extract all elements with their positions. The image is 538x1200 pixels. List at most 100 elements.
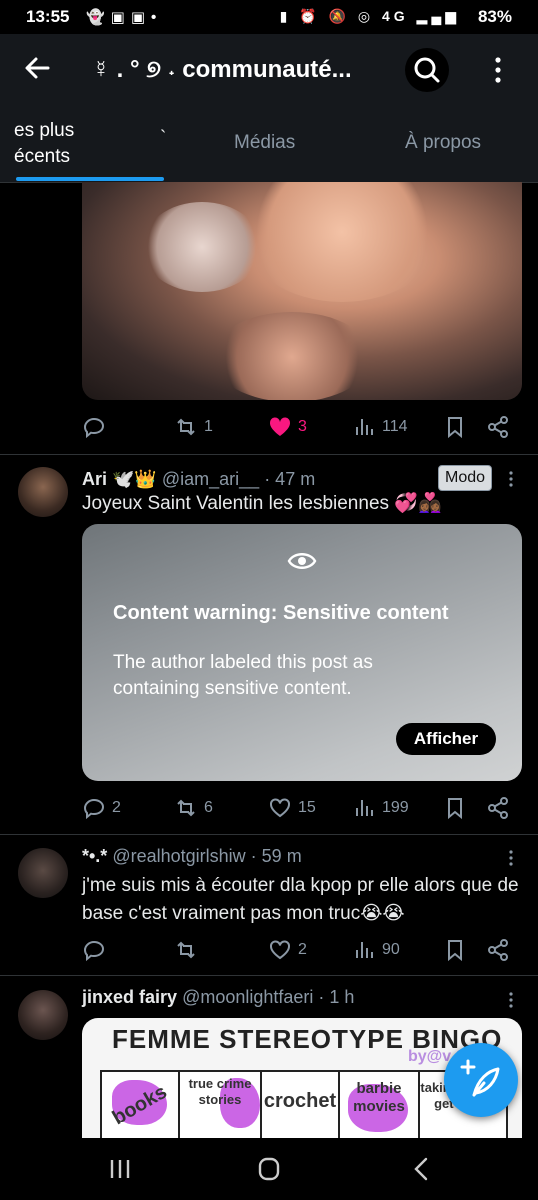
back-arrow-icon xyxy=(25,57,50,79)
bookmark-button[interactable] xyxy=(444,793,466,823)
home-button[interactable] xyxy=(249,1152,289,1186)
search-button[interactable] xyxy=(405,48,449,92)
reply-button[interactable]: 2 xyxy=(82,793,121,823)
reply-icon xyxy=(83,940,105,962)
post-time: · 47 m xyxy=(264,469,316,489)
system-navigation-bar xyxy=(0,1138,538,1200)
tab-scroll-hint: ` xyxy=(160,128,167,149)
flower-shape xyxy=(242,182,442,302)
back-nav-button[interactable] xyxy=(400,1152,440,1186)
share-button[interactable] xyxy=(486,793,510,823)
compose-post-button[interactable] xyxy=(444,1043,518,1117)
heart-icon xyxy=(270,940,290,960)
retweet-icon xyxy=(177,941,195,959)
back-button[interactable] xyxy=(20,50,56,86)
views-button[interactable]: 199 xyxy=(354,793,409,823)
retweet-count: 6 xyxy=(204,799,213,816)
avatar[interactable] xyxy=(18,848,68,898)
bookmark-icon xyxy=(448,417,462,439)
search-icon xyxy=(414,57,440,83)
recent-apps-icon xyxy=(110,1160,130,1178)
bingo-cell: books xyxy=(100,1070,180,1138)
views-button[interactable]: 90 xyxy=(354,935,400,965)
like-button[interactable]: 2 xyxy=(268,935,307,965)
views-icon xyxy=(356,419,373,435)
post-more-button[interactable] xyxy=(503,469,519,489)
post-author-line: *•.* @realhotgirlshiw · 59 m xyxy=(82,846,302,867)
reply-icon xyxy=(83,798,105,820)
post-actions: 2 90 xyxy=(82,935,522,965)
post-text: Joyeux Saint Valentin les lesbiennes 💞👩🏾… xyxy=(82,493,442,514)
retweet-icon xyxy=(177,799,195,817)
views-icon xyxy=(356,800,373,816)
share-button[interactable] xyxy=(486,412,510,442)
author-name[interactable]: *•.* xyxy=(82,846,107,866)
bingo-cell: true crime stories xyxy=(178,1070,262,1138)
post-image[interactable] xyxy=(82,182,522,400)
battery-level: 83% xyxy=(477,7,512,26)
like-count: 15 xyxy=(298,799,316,816)
post-more-button[interactable] xyxy=(503,990,519,1010)
tab-medias[interactable]: Médias xyxy=(234,132,295,154)
post-more-button[interactable] xyxy=(503,848,519,868)
notification-icons: 👻▣▣• xyxy=(86,9,163,26)
status-time: 13:55 xyxy=(26,7,70,26)
retweet-button[interactable]: 6 xyxy=(174,793,213,823)
bingo-cell-label: barbie movies xyxy=(353,1080,405,1115)
retweet-count: 1 xyxy=(204,418,213,435)
avatar[interactable] xyxy=(18,467,68,517)
community-header: ☿ . ° ୭ ˖ communauté... xyxy=(0,34,538,106)
views-icon xyxy=(356,942,373,958)
retweet-button[interactable]: 1 xyxy=(174,412,213,442)
bookmark-button[interactable] xyxy=(444,412,466,442)
reply-button[interactable] xyxy=(82,935,106,965)
author-handle[interactable]: @iam_ari__ xyxy=(162,469,259,489)
vertical-dots-icon xyxy=(509,992,513,1008)
like-count: 2 xyxy=(298,941,307,958)
vertical-dots-icon xyxy=(495,57,501,83)
heart-filled-icon xyxy=(269,417,291,436)
flower-shape xyxy=(142,202,262,292)
author-handle[interactable]: @moonlightfaeri xyxy=(182,987,313,1007)
reply-icon xyxy=(83,417,105,439)
post-divider xyxy=(0,454,538,455)
bingo-cell: crochet xyxy=(260,1070,340,1138)
post-time: · 59 m xyxy=(250,846,302,866)
author-handle[interactable]: @realhotgirlshiw xyxy=(112,846,245,866)
status-bar: 13:55 👻▣▣• ▮ ⏰ 🔕 ◎ 4G ▂▄▆ 83% xyxy=(0,0,538,34)
compose-feather-icon xyxy=(460,1059,500,1097)
share-icon xyxy=(488,797,508,819)
author-name[interactable]: Ari 🕊️👑 xyxy=(82,469,157,489)
more-options-button[interactable] xyxy=(486,54,510,86)
home-icon xyxy=(258,1157,280,1181)
post-author-line: Ari 🕊️👑 @iam_ari__ · 47 m xyxy=(82,469,315,490)
network-label: 4G xyxy=(381,8,409,24)
reply-button[interactable] xyxy=(82,412,106,442)
retweet-icon xyxy=(177,418,195,436)
recent-apps-button[interactable] xyxy=(100,1152,140,1186)
like-button[interactable]: 15 xyxy=(268,793,316,823)
retweet-button[interactable] xyxy=(174,935,198,965)
tab-recents[interactable]: es plus écents xyxy=(14,118,74,170)
sensitive-content-overlay: Content warning: Sensitive content The a… xyxy=(82,524,522,781)
show-content-button[interactable]: Afficher xyxy=(396,723,496,755)
system-icons: ▮ ⏰ 🔕 ◎ 4G ▂▄▆ xyxy=(279,8,460,24)
tab-about[interactable]: À propos xyxy=(405,132,481,154)
content-warning-description: The author labeled this post as containi… xyxy=(113,652,373,699)
share-button[interactable] xyxy=(486,935,510,965)
active-tab-indicator xyxy=(16,177,164,181)
share-icon xyxy=(488,939,508,961)
views-button[interactable]: 114 xyxy=(354,412,408,442)
eye-icon xyxy=(287,553,317,569)
author-name[interactable]: jinxed fairy xyxy=(82,987,177,1007)
post-time: · 1 h xyxy=(318,987,355,1007)
bingo-cell-label: crochet xyxy=(263,1090,337,1112)
bingo-cell: barbie movies xyxy=(338,1070,420,1138)
avatar[interactable] xyxy=(18,990,68,1040)
heart-icon xyxy=(270,798,290,818)
views-count: 114 xyxy=(382,418,408,435)
bookmark-button[interactable] xyxy=(444,935,466,965)
views-count: 199 xyxy=(382,799,409,816)
back-chevron-icon xyxy=(414,1157,428,1181)
like-button[interactable]: 3 xyxy=(268,412,307,442)
